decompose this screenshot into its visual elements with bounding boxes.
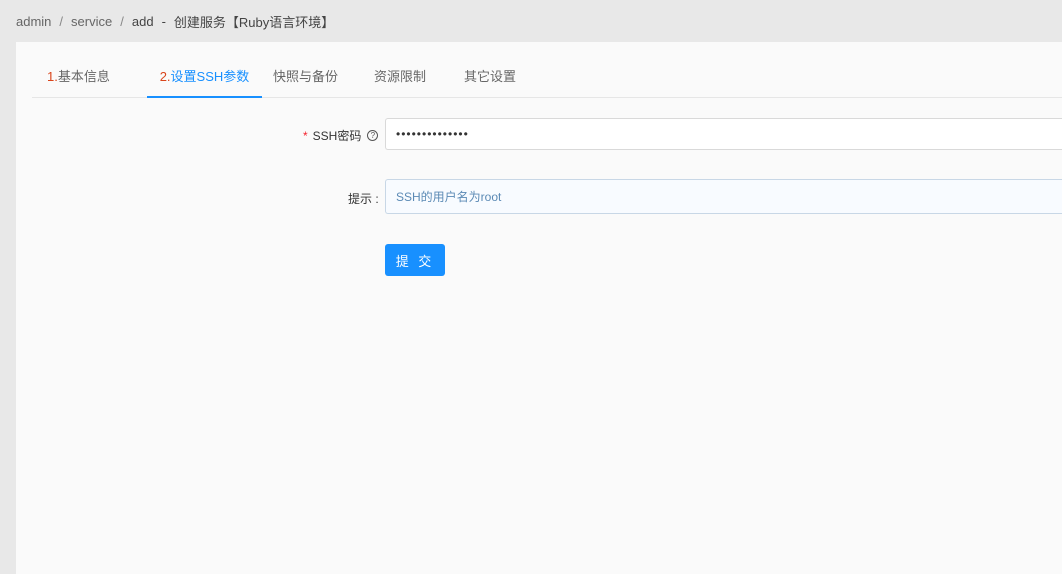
tab-other-settings[interactable]: 其它设置 — [464, 56, 516, 98]
breadcrumb-separator: / — [120, 13, 124, 29]
tab-basic-info[interactable]: 1.基本信息 — [47, 56, 110, 98]
breadcrumb: admin / service / add - 创建服务【Ruby语言环境】 — [16, 12, 334, 30]
tab-number: 1. — [47, 69, 58, 84]
tab-label: 快照与备份 — [273, 69, 339, 84]
tab-number: 2. — [159, 69, 171, 84]
required-mark: * — [303, 128, 308, 143]
page-title: 创建服务【Ruby语言环境】 — [173, 14, 335, 30]
ssh-password-input[interactable] — [385, 118, 1062, 150]
tab-resource-limits[interactable]: 资源限制 — [374, 56, 426, 98]
tab-label: 设置SSH参数 — [170, 69, 250, 84]
tab-label: 资源限制 — [374, 69, 427, 84]
ssh-password-label-text: SSH密码 — [312, 129, 362, 143]
question-circle-icon[interactable]: ? — [367, 130, 379, 141]
breadcrumb-item-add: add — [131, 13, 154, 29]
active-tab-indicator — [147, 96, 262, 98]
hint-field — [385, 179, 1062, 214]
breadcrumb-dash: - — [161, 13, 166, 29]
form-card: 1.基本信息 2.设置SSH参数 快照与备份 资源限制 其它设置 * SSH密码… — [16, 42, 1062, 574]
submit-button[interactable]: 提 交 — [385, 244, 445, 276]
tab-label: 其它设置 — [464, 69, 517, 84]
breadcrumb-separator: / — [59, 13, 64, 29]
breadcrumb-item-admin[interactable]: admin — [16, 14, 51, 29]
tab-bar: 1.基本信息 2.设置SSH参数 快照与备份 资源限制 其它设置 — [32, 56, 1062, 98]
tab-label: 基本信息 — [57, 69, 110, 84]
hint-label: 提示 : — [348, 192, 379, 206]
ssh-password-label: * SSH密码 ? — [303, 127, 379, 144]
tab-snapshot-backup[interactable]: 快照与备份 — [273, 56, 338, 98]
breadcrumb-item-service[interactable]: service — [71, 14, 112, 29]
tab-ssh-params[interactable]: 2.设置SSH参数 — [147, 56, 262, 98]
